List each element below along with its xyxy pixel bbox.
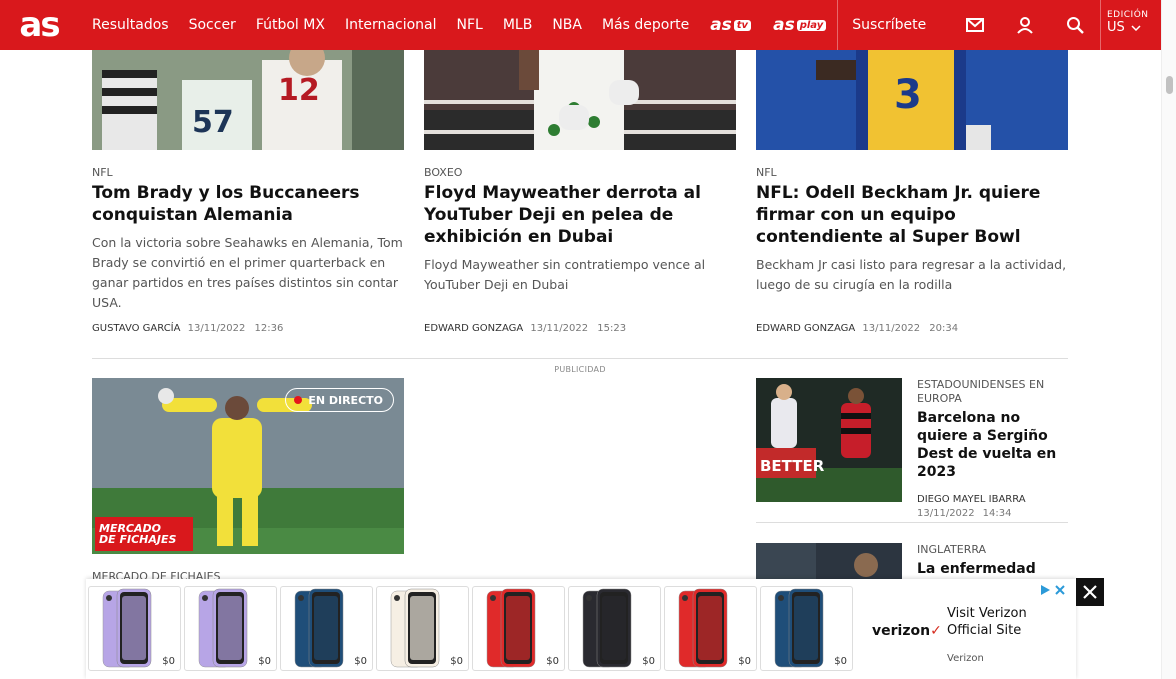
side-article-datetime: 13/11/2022 14:34 xyxy=(917,508,1012,519)
article-summary: Floyd Mayweather sin contratiempo vence … xyxy=(424,257,706,292)
ad-choices-icon[interactable] xyxy=(1039,584,1051,596)
ad-phone-card[interactable]: $0 xyxy=(184,586,277,671)
article-summary: Beckham Jr casi listo para regresar a la… xyxy=(756,257,1067,292)
ad-phone-price: $0 xyxy=(162,656,175,667)
article-kicker[interactable]: BOXEO xyxy=(424,166,736,179)
article-title[interactable]: Tom Brady y los Buccaneers conquistan Al… xyxy=(92,182,404,226)
verizon-logo: verizon✓ xyxy=(872,623,942,639)
close-icon xyxy=(1083,585,1097,599)
ad-phone-card[interactable]: $0 xyxy=(88,586,181,671)
article-meta: EDWARD GONZAGA 13/11/2022 20:34 xyxy=(756,323,958,334)
article-image[interactable]: 57 12 xyxy=(92,50,404,150)
site-logo[interactable]: as xyxy=(0,0,78,50)
ad-phone-price: $0 xyxy=(834,656,847,667)
nav-link-futbol-mx[interactable]: Fútbol MX xyxy=(246,0,335,50)
nav-link-nba[interactable]: NBA xyxy=(542,0,592,50)
ad-phone-price: $0 xyxy=(738,656,751,667)
nav-link-resultados[interactable]: Resultados xyxy=(82,0,179,50)
side-article[interactable]: ESTADOUNIDENSES EN EUROPA Barcelona no q… xyxy=(917,378,1067,521)
subscribe-link[interactable]: Suscríbete xyxy=(838,0,950,50)
feature-image[interactable]: EN DIRECTO MERCADO DE FICHAJES xyxy=(92,378,404,554)
edition-label: EDICIÓN xyxy=(1107,10,1149,20)
ad-choices[interactable] xyxy=(1039,584,1066,596)
article-meta: EDWARD GONZAGA 13/11/2022 15:23 xyxy=(424,323,626,334)
ad-phone-price: $0 xyxy=(354,656,367,667)
page-scrollbar[interactable] xyxy=(1161,0,1176,679)
live-dot-icon xyxy=(294,396,303,404)
top-nav: as Resultados Soccer Fútbol MX Internaci… xyxy=(0,0,1161,50)
ad-phone-card[interactable]: $0 xyxy=(280,586,373,671)
close-ad-button[interactable] xyxy=(1076,578,1104,606)
article-date: 13/11/2022 xyxy=(862,323,921,334)
article-author[interactable]: EDWARD GONZAGA xyxy=(756,323,855,334)
ad-phone-price: $0 xyxy=(642,656,655,667)
side-article-kicker[interactable]: INGLATERRA xyxy=(917,543,1067,557)
svg-text:3: 3 xyxy=(894,72,922,118)
ad-phone-card[interactable]: $0 xyxy=(760,586,853,671)
article-card[interactable]: 3 NFL NFL: Odell Beckham Jr. quiere firm… xyxy=(756,50,1068,295)
edition-value: US xyxy=(1107,20,1161,35)
ad-phone-card[interactable]: $0 xyxy=(568,586,661,671)
mail-icon[interactable] xyxy=(950,0,1000,50)
nav-link-internacional[interactable]: Internacional xyxy=(335,0,447,50)
section-divider xyxy=(92,358,1068,359)
ad-phone-card[interactable]: $0 xyxy=(664,586,757,671)
as-play-link[interactable]: as play xyxy=(762,15,837,35)
scrollbar-thumb[interactable] xyxy=(1166,76,1173,94)
nav-link-soccer[interactable]: Soccer xyxy=(179,0,246,50)
article-kicker[interactable]: NFL xyxy=(92,166,404,179)
nav-links: Resultados Soccer Fútbol MX Internaciona… xyxy=(82,0,837,50)
ad-cta-text[interactable]: Visit Verizon Official Site xyxy=(947,605,1047,639)
side-article-image[interactable] xyxy=(756,543,902,579)
nav-link-mas-deporte[interactable]: Más deporte xyxy=(592,0,699,50)
article-image[interactable] xyxy=(424,50,736,150)
ad-dismiss-icon[interactable] xyxy=(1054,584,1066,596)
ad-phone-price: $0 xyxy=(450,656,463,667)
live-badge: EN DIRECTO xyxy=(285,388,394,412)
svg-text:57: 57 xyxy=(192,105,234,140)
article-time: 12:36 xyxy=(254,323,284,334)
ad-verizon-panel[interactable]: verizon✓ Visit Verizon Official Site Ver… xyxy=(872,597,1072,677)
article-title[interactable]: Floyd Mayweather derrota al YouTuber Dej… xyxy=(424,182,736,248)
svg-text:BETTER: BETTER xyxy=(760,457,825,475)
nav-link-nfl[interactable]: NFL xyxy=(447,0,493,50)
side-divider xyxy=(756,522,1068,523)
ad-phone-price: $0 xyxy=(546,656,559,667)
ad-label: PUBLICIDAD xyxy=(554,365,606,374)
ad-brand: Verizon xyxy=(947,653,984,664)
side-article-image[interactable]: BETTER xyxy=(756,378,902,502)
article-title[interactable]: NFL: Odell Beckham Jr. quiere firmar con… xyxy=(756,182,1068,248)
ad-phone-card[interactable]: $0 xyxy=(376,586,469,671)
article-author[interactable]: EDWARD GONZAGA xyxy=(424,323,523,334)
article-date: 13/11/2022 xyxy=(187,323,246,334)
article-meta: GUSTAVO GARCÍA 13/11/2022 12:36 xyxy=(92,323,283,334)
as-tv-link[interactable]: as tv xyxy=(699,15,762,35)
edition-selector[interactable]: EDICIÓN US xyxy=(1092,0,1161,50)
article-time: 15:23 xyxy=(597,323,627,334)
chevron-down-icon xyxy=(1131,24,1141,31)
article-date: 13/11/2022 xyxy=(530,323,589,334)
article-card[interactable]: BOXEO Floyd Mayweather derrota al YouTub… xyxy=(424,50,736,295)
side-article-title[interactable]: Barcelona no quiere a Sergiño Dest de vu… xyxy=(917,409,1067,481)
ad-phone-card[interactable]: $0 xyxy=(472,586,565,671)
article-author[interactable]: GUSTAVO GARCÍA xyxy=(92,323,180,334)
article-kicker[interactable]: NFL xyxy=(756,166,1068,179)
svg-text:12: 12 xyxy=(278,73,320,108)
side-article-kicker[interactable]: ESTADOUNIDENSES EN EUROPA xyxy=(917,378,1067,406)
nav-link-mlb[interactable]: MLB xyxy=(493,0,542,50)
article-summary: Con la victoria sobre Seahawks en Aleman… xyxy=(92,235,403,310)
ad-phone-list: $0 $0 $0 $0 $0 $0 $0 $0 xyxy=(88,586,853,671)
user-icon[interactable] xyxy=(1000,0,1050,50)
ad-phone-price: $0 xyxy=(258,656,271,667)
article-time: 20:34 xyxy=(929,323,959,334)
article-image[interactable]: 3 xyxy=(756,50,1068,150)
side-article-author[interactable]: DIEGO MAYEL IBARRA xyxy=(917,493,1067,507)
mercado-fichajes-badge: MERCADO DE FICHAJES xyxy=(95,517,193,551)
sticky-ad-banner[interactable]: $0 $0 $0 $0 $0 $0 $0 $0 verizon✓ Visit Verizon … xyxy=(86,579,1076,679)
article-card[interactable]: 57 12 NFL Tom Brady y los Buccaneers con… xyxy=(92,50,404,313)
